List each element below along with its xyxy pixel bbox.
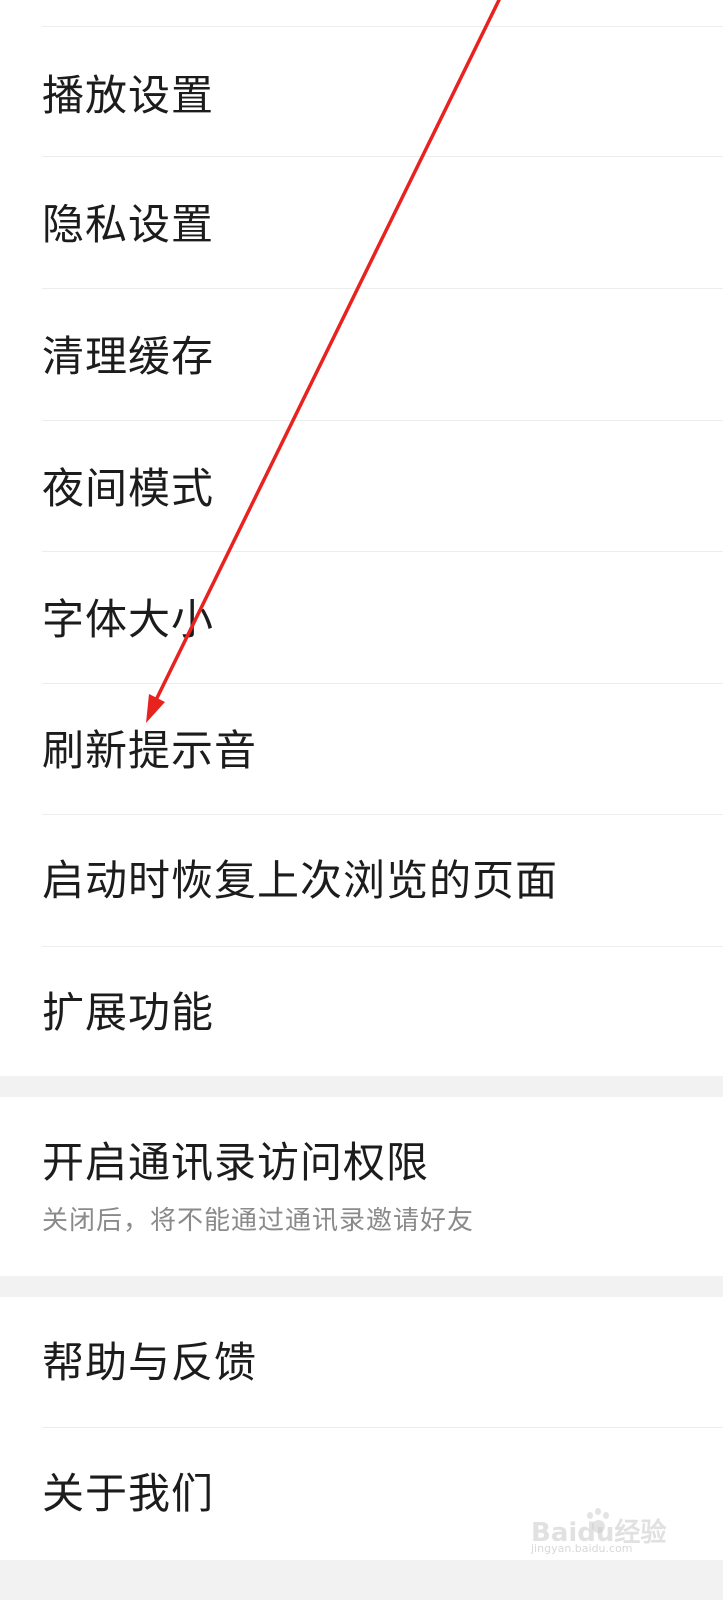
settings-item-clear-cache[interactable]: 清理缓存	[42, 289, 723, 421]
settings-item-font-size[interactable]: 字体大小	[42, 552, 723, 684]
settings-item-label: 关于我们	[42, 1469, 215, 1518]
settings-item-help-feedback[interactable]: 帮助与反馈	[42, 1297, 723, 1428]
settings-item-label: 启动时恢复上次浏览的页面	[42, 856, 559, 905]
settings-item-contacts-permission[interactable]: 开启通讯录访问权限 关闭后，将不能通过通讯录邀请好友	[42, 1097, 723, 1276]
settings-item-label: 隐私设置	[42, 200, 215, 249]
settings-item-label: 播放设置	[42, 71, 215, 120]
settings-item-privacy[interactable]: 隐私设置	[42, 157, 723, 289]
settings-item-description: 关闭后，将不能通过通讯录邀请好友	[42, 1206, 475, 1236]
paw-logo-icon	[583, 1508, 613, 1538]
settings-item-extensions[interactable]: 扩展功能	[42, 947, 723, 1076]
settings-item-label: 字体大小	[42, 595, 215, 644]
settings-item-label: 帮助与反馈	[42, 1338, 258, 1387]
settings-item-playback[interactable]: 播放设置	[42, 26, 723, 157]
settings-item-label: 开启通讯录访问权限	[42, 1138, 430, 1187]
settings-item-restore-last-page[interactable]: 启动时恢复上次浏览的页面	[42, 815, 723, 947]
settings-group-permissions: 开启通讯录访问权限 关闭后，将不能通过通讯录邀请好友	[0, 1097, 723, 1276]
settings-item-label: 扩展功能	[42, 988, 215, 1037]
settings-group-general: 播放设置 隐私设置 清理缓存 夜间模式 字体大小 刷新提示音 启动时恢复上次浏览…	[0, 0, 723, 1076]
watermark-subtext: jingyan.baidu.com	[531, 1542, 633, 1555]
settings-item-label: 夜间模式	[42, 464, 215, 513]
settings-item-label: 刷新提示音	[42, 726, 258, 775]
settings-item-refresh-sound[interactable]: 刷新提示音	[42, 684, 723, 815]
settings-page: 播放设置 隐私设置 清理缓存 夜间模式 字体大小 刷新提示音 启动时恢复上次浏览…	[0, 0, 723, 1600]
settings-item-night-mode[interactable]: 夜间模式	[42, 421, 723, 552]
baidu-jingyan-watermark: Baidu经验 jingyan.baidu.com	[531, 1508, 681, 1555]
settings-item-label: 清理缓存	[42, 332, 215, 381]
